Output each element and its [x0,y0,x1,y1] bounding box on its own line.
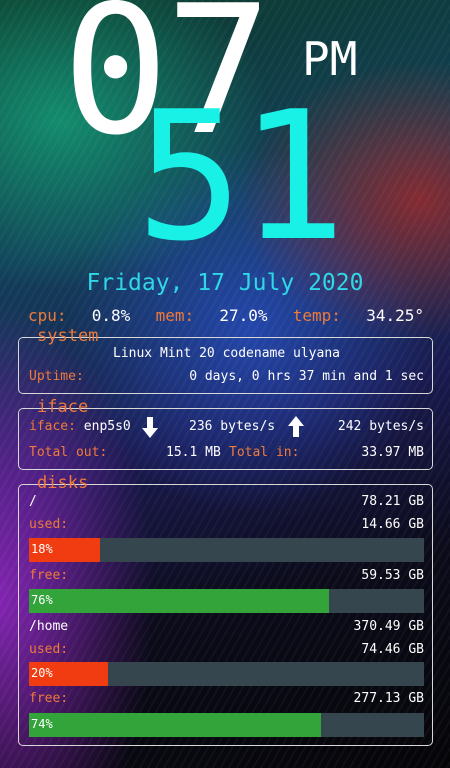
disk-root-free-label: free: [29,568,69,583]
iface-label: iface: [29,419,76,434]
disks-panel: disks / 78.21 GB used: 14.66 GB 18% free… [18,473,433,746]
up-speed: 242 bytes/s [337,419,424,434]
disk-home-mount: /home [29,619,69,634]
disk-home-used-bar: 20% [29,662,424,686]
disk-home-used-value: 74.46 GB [361,642,424,657]
disk-root-size: 78.21 GB [361,494,424,509]
iface-totals-row: Total out: 15.1 MB Total in: 33.97 MB [29,445,424,461]
disk-home-free-fill: 74% [29,713,322,737]
disk-home-used-pct: 20% [31,666,53,680]
clock: 07 51 PM [0,0,450,270]
total-in-value: 33.97 MB [361,445,424,460]
cpu-label: cpu: [28,306,67,325]
total-out-label: Total out: [29,445,108,460]
cpu-value: 0.8% [91,306,131,325]
temp-label: temp: [292,306,341,325]
disk-home-free-bar: 74% [29,713,424,737]
disk-root-used-value: 14.66 GB [361,517,424,532]
clock-ampm: PM [302,32,358,86]
system-panel: system Linux Mint 20 codename ulyana Upt… [18,326,433,394]
disk-root-used-bar: 18% [29,538,424,562]
uptime-value: 0 days, 0 hrs 37 min and 1 sec [189,369,424,384]
temp-value: 34.25° [366,306,424,325]
uptime-label: Uptime: [29,369,84,384]
disk-home-row: /home 370.49 GB [29,619,424,635]
disk-home-free-row: free: 277.13 GB [29,691,424,707]
disk-home-free-value: 277.13 GB [353,691,424,706]
stats-row: cpu: 0.8% mem: 27.0% temp: 34.25° [28,306,424,325]
disk-home-free-label: free: [29,691,69,706]
total-out-value: 15.1 MB [166,445,221,460]
clock-minute: 51 [136,73,346,280]
os-name: Linux Mint 20 codename ulyana [113,346,340,361]
disk-root-mount: / [29,494,37,509]
total-in-label: Total in: [229,445,300,460]
disk-root-free-pct: 76% [31,593,53,607]
disks-title: disks [37,473,89,493]
disk-home-used-label: used: [29,642,69,657]
arrow-up-icon [288,416,304,437]
disk-root-free-bar: 76% [29,589,424,613]
disk-home-free-pct: 74% [31,717,53,731]
disk-root-used-label: used: [29,517,69,532]
system-title: system [37,326,99,346]
mem-value: 27.0% [219,306,268,325]
disk-root-used-fill: 18% [29,538,101,562]
arrow-down-icon [142,417,158,438]
mem-label: mem: [155,306,195,325]
uptime-row: Uptime: 0 days, 0 hrs 37 min and 1 sec [29,369,424,385]
iface-title: iface [37,397,89,417]
disk-root-used-row: used: 14.66 GB [29,517,424,533]
disk-root-free-value: 59.53 GB [361,568,424,583]
date-label: Friday, 17 July 2020 [86,270,364,296]
disk-root-used-pct: 18% [31,542,53,556]
iface-name: enp5s0 [83,419,131,434]
iface-panel: iface iface: enp5s0 236 bytes/s 242 byte… [18,397,433,470]
down-speed: 236 bytes/s [189,419,276,434]
disk-home-size: 370.49 GB [353,619,424,634]
disk-home-used-fill: 20% [29,662,108,686]
disk-root-row: / 78.21 GB [29,494,424,510]
disk-home-used-row: used: 74.46 GB [29,642,424,658]
disk-root-free-fill: 76% [29,589,330,613]
disk-root-free-row: free: 59.53 GB [29,568,424,584]
iface-row: iface: enp5s0 236 bytes/s 242 bytes/s [29,419,424,435]
